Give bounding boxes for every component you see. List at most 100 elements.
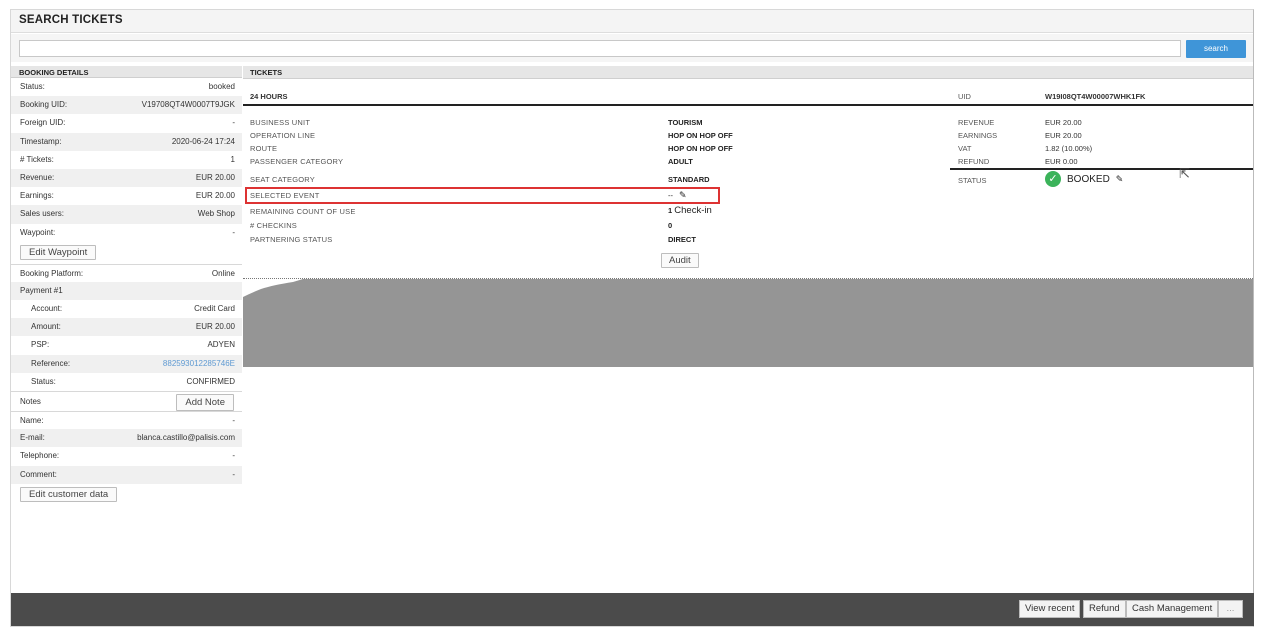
detail-label: Sales users:: [20, 209, 65, 219]
add-note-button[interactable]: Add Note: [176, 394, 234, 411]
field-label: BUSINESS UNIT: [250, 118, 311, 127]
ticket-divider: [243, 104, 1253, 106]
detail-row-status: Status: booked: [11, 78, 242, 96]
field-value: DIRECT: [668, 235, 696, 244]
detail-label: Booking Platform:: [20, 268, 84, 278]
payment-reference-link[interactable]: 882593012285746E: [163, 355, 235, 373]
more-button[interactable]: ...: [1218, 600, 1243, 618]
empty-content-area: [243, 279, 1253, 367]
detail-value: -: [232, 118, 235, 128]
check-circle-icon: ✓: [1045, 171, 1061, 187]
pencil-icon[interactable]: ✎: [679, 190, 687, 201]
refund-button[interactable]: Refund: [1083, 600, 1126, 618]
detail-value: 2020-06-24 17:24: [171, 136, 235, 146]
field-label: # CHECKINS: [250, 221, 298, 230]
financial-value: EUR 20.00: [1045, 118, 1082, 127]
check-in-link[interactable]: Check-in: [674, 205, 712, 216]
field-value: HOP ON HOP OFF: [668, 131, 733, 140]
payment-row-reference: Reference: 882593012285746E: [11, 354, 242, 373]
ticket-title: 24 HOURS: [250, 92, 288, 101]
payment-row-amount: Amount: EUR 20.00: [11, 318, 242, 337]
payment-row-psp: PSP: ADYEN: [11, 336, 242, 354]
audit-button[interactable]: Audit: [661, 253, 699, 268]
field-label: OPERATION LINE: [250, 131, 316, 140]
detail-value: Web Shop: [197, 209, 235, 219]
uid-label: UID: [958, 92, 971, 101]
edit-waypoint-row: Edit Waypoint: [11, 242, 242, 264]
financial-value: 1.82 (10.00%): [1045, 144, 1093, 153]
search-input[interactable]: [19, 40, 1181, 57]
detail-label: Waypoint:: [20, 227, 56, 237]
detail-row-booking-uid: Booking UID: V19708QT4W0007T9JGK: [11, 96, 242, 115]
detail-row-tickets: # Tickets: 1: [11, 151, 242, 169]
field-label: PASSENGER CATEGORY: [250, 157, 344, 166]
payment-label: Status:: [31, 376, 56, 386]
customer-value: -: [232, 469, 235, 479]
financial-value: EUR 0.00: [1045, 157, 1078, 166]
detail-label: Earnings:: [20, 191, 54, 201]
customer-row-comment: Comment: -: [11, 465, 242, 484]
customer-label: Comment:: [20, 469, 57, 479]
field-value: 1: [668, 206, 673, 215]
field-label: SEAT CATEGORY: [250, 175, 315, 184]
detail-row-timestamp: Timestamp: 2020-06-24 17:24: [11, 132, 242, 151]
customer-row-name: Name: -: [11, 411, 242, 429]
field-value: --: [668, 191, 673, 200]
payment-header: Payment #1: [11, 281, 242, 301]
payment-label: Account:: [31, 304, 63, 314]
field-value: TOURISM: [668, 118, 703, 127]
financial-label: EARNINGS: [958, 131, 998, 140]
payment-value: EUR 20.00: [195, 322, 235, 332]
financial-label: REFUND: [958, 157, 990, 166]
field-label: PARTNERING STATUS: [250, 235, 333, 244]
field-value: STANDARD: [668, 175, 710, 184]
detail-label: Status:: [20, 82, 45, 91]
remaining-count-value: 1 Check-in: [668, 205, 712, 216]
detail-label: # Tickets:: [20, 154, 54, 164]
detail-row-revenue: Revenue: EUR 20.00: [11, 168, 242, 188]
payment-row-account: Account: Credit Card: [11, 300, 242, 318]
payment-value: CONFIRMED: [186, 376, 235, 386]
status-divider: [950, 168, 1253, 170]
payment-row-status: Status: CONFIRMED: [11, 373, 242, 391]
field-value: 0: [668, 221, 673, 230]
customer-value: blanca.castillo@palisis.com: [137, 433, 235, 443]
status-badge: ✓ BOOKED ✎: [1045, 171, 1123, 187]
page-curl-decoration: [243, 279, 303, 297]
tickets-header: TICKETS: [243, 66, 1253, 79]
detail-value: -: [232, 227, 235, 237]
financial-label: VAT: [958, 144, 972, 153]
uid-value: W19I08QT4W00007WHK1FK: [1045, 92, 1146, 101]
payment-value: ADYEN: [207, 340, 235, 350]
customer-label: Name:: [20, 416, 44, 425]
financial-value: EUR 20.00: [1045, 131, 1082, 140]
detail-value: Online: [211, 268, 235, 278]
detail-label: Booking UID:: [20, 100, 68, 110]
detail-value: 1: [230, 154, 235, 164]
payment-value: Credit Card: [194, 304, 235, 314]
edit-waypoint-button[interactable]: Edit Waypoint: [20, 244, 97, 260]
customer-label: E-mail:: [20, 433, 45, 443]
edit-customer-row: Edit customer data: [11, 484, 242, 506]
payment-label: PSP:: [31, 340, 50, 350]
status-value: BOOKED: [1067, 173, 1110, 185]
detail-value: booked: [208, 82, 235, 91]
pencil-icon[interactable]: ✎: [1116, 174, 1124, 185]
field-value: HOP ON HOP OFF: [668, 144, 733, 153]
detail-label: Timestamp:: [20, 136, 62, 146]
detail-row-platform: Booking Platform: Online: [11, 263, 242, 282]
view-recent-button[interactable]: View recent: [1019, 600, 1081, 618]
cash-management-button[interactable]: Cash Management: [1126, 600, 1219, 618]
customer-label: Telephone:: [20, 451, 60, 461]
detail-value: EUR 20.00: [195, 172, 235, 182]
field-value: ADULT: [668, 157, 693, 166]
detail-label: Foreign UID:: [20, 118, 66, 128]
detail-value: V19708QT4W0007T9JGK: [141, 100, 235, 110]
search-button[interactable]: search: [1186, 40, 1246, 58]
edit-customer-button[interactable]: Edit customer data: [20, 486, 118, 502]
mouse-cursor-icon: ⇱: [1179, 166, 1190, 181]
notes-label: Notes: [20, 397, 41, 406]
detail-row-earnings: Earnings: EUR 20.00: [11, 187, 242, 205]
field-label: SELECTED EVENT: [250, 191, 320, 200]
detail-value: EUR 20.00: [195, 191, 235, 201]
